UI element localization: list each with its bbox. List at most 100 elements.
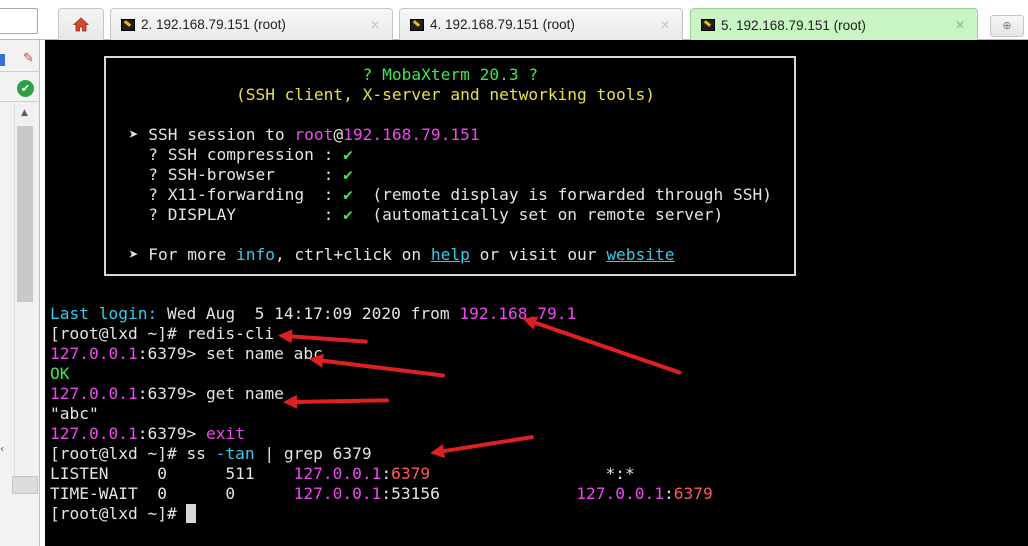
- terminal-text: ➤ For more: [119, 245, 236, 264]
- ssh-key-icon: [410, 18, 424, 31]
- welcome-banner: ? MobaXterm 20.3 ? (SSH client, X-server…: [104, 56, 796, 276]
- terminal-text: or visit our: [469, 245, 607, 264]
- terminal-text: 127.0.0.1: [50, 384, 138, 403]
- terminal-text: ✔: [343, 205, 353, 224]
- terminal-text: [root@lxd ~]# ss: [50, 444, 216, 463]
- sidebar-toolbar: ✎: [0, 48, 40, 72]
- terminal-text: :6379> set name abc: [137, 344, 323, 363]
- terminal-text: :: [664, 484, 674, 503]
- terminal[interactable]: ? MobaXterm 20.3 ? (SSH client, X-server…: [45, 40, 1028, 546]
- terminal-text: 6379: [391, 464, 431, 483]
- terminal-text: ✔: [343, 145, 353, 164]
- terminal-text: :: [381, 464, 392, 483]
- terminal-text: ? MobaXterm 20.3 ?: [362, 65, 539, 84]
- annotation-arrow: [437, 434, 535, 454]
- terminal-line: ? SSH-browser : ✔: [119, 165, 353, 185]
- terminal-line: [root@lxd ~]# redis-cli: [50, 324, 274, 344]
- terminal-line: [root@lxd ~]# ss -tan | grep 6379: [50, 444, 372, 464]
- terminal-text: ✔: [343, 165, 353, 184]
- terminal-text: ✔: [343, 185, 353, 204]
- new-tab-button[interactable]: ⊕: [990, 15, 1024, 37]
- ssh-key-icon: [121, 18, 135, 31]
- terminal-line: "abc": [50, 404, 99, 424]
- terminal-link[interactable]: website: [606, 245, 674, 264]
- terminal-text: 127.0.0.1: [576, 484, 665, 503]
- terminal-text: ? SSH-browser :: [119, 165, 344, 184]
- close-icon[interactable]: ✕: [370, 18, 380, 32]
- sidebar-scrollbar[interactable]: ▲: [14, 104, 34, 476]
- terminal-text: :6379> get name: [137, 384, 284, 403]
- terminal-text: OK: [50, 364, 70, 383]
- terminal-text: (SSH client, X-server and networking too…: [235, 85, 656, 104]
- sessions-icon[interactable]: [0, 54, 5, 66]
- sidebar: ✎ ✔ ▲ ‹: [0, 40, 40, 546]
- terminal-text: Last login:: [50, 304, 167, 323]
- pin-icon[interactable]: ✎: [23, 51, 37, 69]
- close-icon[interactable]: ✕: [660, 18, 670, 32]
- check-icon[interactable]: ✔: [17, 80, 34, 97]
- terminal-link[interactable]: help: [431, 245, 470, 264]
- terminal-text: ? SSH compression :: [119, 145, 344, 164]
- terminal-line: (SSH client, X-server and networking too…: [119, 85, 655, 105]
- terminal-text: ➤ SSH session to: [119, 125, 295, 144]
- terminal-text: , ctrl+click on: [274, 245, 431, 264]
- terminal-text: | grep 6379: [254, 444, 372, 463]
- terminal-text: 127.0.0.1: [50, 344, 138, 363]
- terminal-text: 6379: [673, 484, 713, 503]
- home-tab[interactable]: [58, 8, 104, 40]
- terminal-line: ➤ For more info, ctrl+click on help or v…: [119, 245, 675, 265]
- terminal-line: 127.0.0.1:6379> set name abc: [50, 344, 323, 364]
- terminal-text: *:*: [430, 464, 635, 483]
- close-icon[interactable]: ✕: [955, 18, 965, 32]
- terminal-text: @: [333, 125, 344, 144]
- session-tab-2[interactable]: 2. 192.168.79.151 (root) ✕: [110, 8, 393, 40]
- ssh-key-icon: [701, 19, 715, 31]
- tab-label: 2. 192.168.79.151 (root): [141, 17, 286, 32]
- terminal-line: ? MobaXterm 20.3 ?: [119, 65, 538, 85]
- terminal-text: root: [294, 125, 334, 144]
- home-icon: [73, 17, 89, 32]
- terminal-text: ? DISPLAY :: [119, 205, 344, 224]
- scroll-thumb[interactable]: [17, 126, 33, 302]
- terminal-line: LISTEN 0 511 127.0.0.1:6379 *:*: [50, 464, 635, 484]
- terminal-text: TIME-WAIT 0 0: [50, 484, 294, 503]
- terminal-text: 192.168.79.1: [459, 304, 577, 323]
- scroll-up-icon[interactable]: ▲: [15, 104, 34, 122]
- session-tab-5[interactable]: 5. 192.168.79.151 (root) ✕: [690, 8, 978, 41]
- tab-label: 4. 192.168.79.151 (root): [430, 17, 575, 32]
- terminal-text: LISTEN 0 511: [50, 464, 294, 483]
- terminal-text: (automatically set on remote server): [352, 205, 724, 224]
- terminal-text: [root@lxd ~]#: [50, 504, 187, 523]
- terminal-text: 127.0.0.1: [293, 484, 382, 503]
- terminal-line: ? DISPLAY : ✔ (automatically set on remo…: [119, 205, 723, 225]
- terminal-text: -tan: [215, 444, 255, 463]
- terminal-text: Wed Aug 5 14:17:09 2020 from: [166, 304, 460, 323]
- terminal-line: TIME-WAIT 0 0 127.0.0.1:53156 127.0.0.1:…: [50, 484, 713, 504]
- session-tab-4[interactable]: 4. 192.168.79.151 (root) ✕: [399, 8, 683, 40]
- terminal-line: Last login: Wed Aug 5 14:17:09 2020 from…: [50, 304, 576, 324]
- quick-connect-box[interactable]: [0, 8, 38, 34]
- annotation-arrow: [285, 334, 368, 344]
- terminal-text: :53156: [381, 484, 577, 503]
- terminal-text: ? X11-forwarding :: [119, 185, 344, 204]
- terminal-text: (remote display is forwarded through SSH…: [352, 185, 772, 204]
- annotation-arrow: [316, 358, 446, 378]
- annotation-arrow: [290, 398, 390, 404]
- terminal-text: info: [235, 245, 275, 264]
- terminal-text: 127.0.0.1: [293, 464, 382, 483]
- terminal-text: exit: [205, 424, 245, 443]
- terminal-line: ? SSH compression : ✔: [119, 145, 353, 165]
- terminal-line: [root@lxd ~]#: [50, 504, 197, 524]
- terminal-line: 127.0.0.1:6379> exit: [50, 424, 245, 444]
- annotation-arrow: [529, 319, 682, 375]
- terminal-text: [root@lxd ~]# redis-cli: [50, 324, 275, 343]
- tab-bar: 2. 192.168.79.151 (root) ✕ 4. 192.168.79…: [0, 0, 1028, 41]
- terminal-line: ? X11-forwarding : ✔ (remote display is …: [119, 185, 772, 205]
- chevron-left-icon[interactable]: ‹: [0, 442, 12, 460]
- terminal-cursor: [186, 504, 197, 523]
- terminal-text: 127.0.0.1: [50, 424, 138, 443]
- terminal-line: 127.0.0.1:6379> get name: [50, 384, 284, 404]
- horizontal-scroll-thumb[interactable]: [12, 476, 38, 494]
